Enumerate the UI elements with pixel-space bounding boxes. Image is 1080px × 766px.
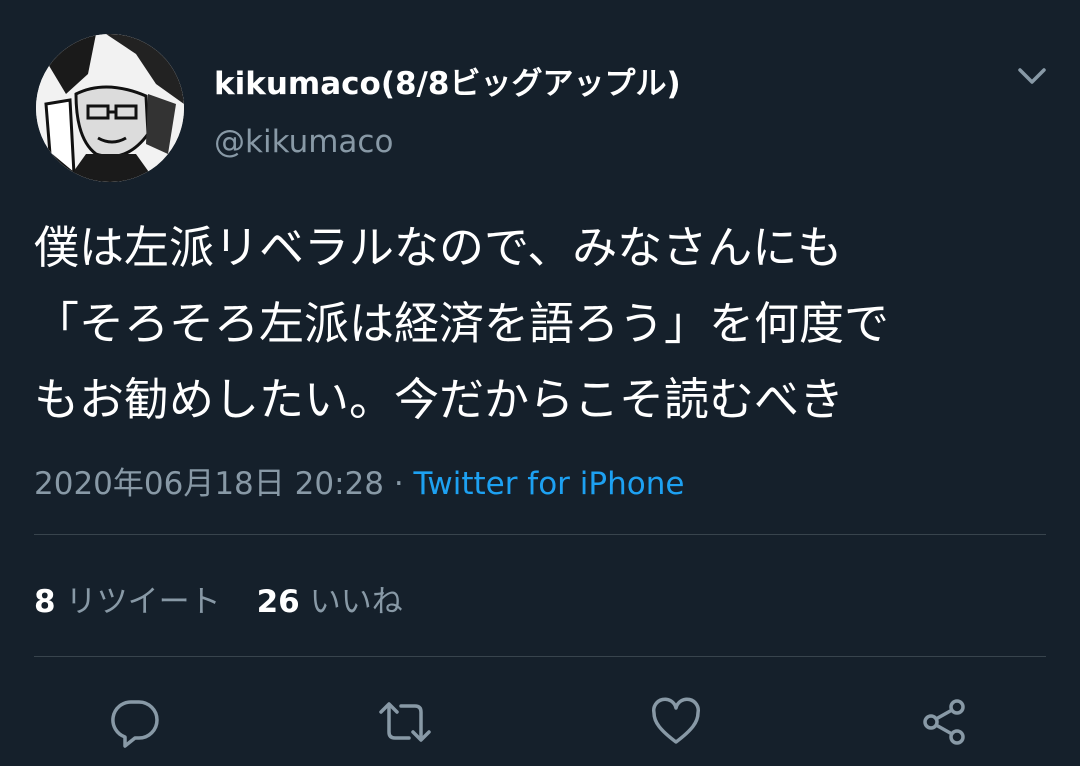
tweet-stats: 8 リツイート 26 いいね (34, 576, 403, 621)
tweet-detail: kikumaco(8/8ビッグアップル) @kikumaco 僕は左派リベラルな… (0, 0, 1080, 766)
retweets-count: 8 (34, 584, 56, 620)
retweets-stat[interactable]: 8 リツイート (34, 584, 221, 620)
chevron-down-icon[interactable] (1012, 60, 1052, 94)
tweet-meta: 2020年06月18日 20:28 · Twitter for iPhone (34, 458, 684, 503)
display-name[interactable]: kikumaco(8/8ビッグアップル) (214, 58, 681, 103)
tweet-text-line: 僕は左派リベラルなので、みなさんにも (34, 221, 843, 274)
like-button[interactable] (648, 694, 704, 750)
likes-count: 26 (256, 584, 300, 620)
retweet-icon (379, 702, 431, 742)
user-handle[interactable]: @kikumaco (214, 124, 393, 160)
tweet-source-link[interactable]: Twitter for iPhone (414, 466, 685, 502)
divider (34, 534, 1046, 535)
likes-stat[interactable]: 26 いいね (257, 584, 403, 620)
tweet-text-line: もお勧めしたい。今だからこそ読むべき (34, 373, 845, 426)
retweets-label: リツイート (65, 584, 221, 620)
meta-separator: · (383, 466, 414, 502)
share-icon (923, 699, 965, 745)
tweet-timestamp[interactable]: 2020年06月18日 20:28 (34, 466, 384, 502)
tweet-text: 僕は左派リベラルなので、みなさんにも 「そろそろ左派は経済を語ろう」を何度で も… (34, 210, 1054, 438)
reply-button[interactable] (107, 694, 163, 750)
user-avatar[interactable] (36, 34, 184, 182)
heart-icon (651, 697, 701, 744)
reply-icon (111, 700, 159, 748)
share-button[interactable] (917, 694, 973, 750)
divider (34, 656, 1046, 657)
avatar-image (36, 34, 184, 182)
likes-label: いいね (309, 584, 403, 620)
retweet-button[interactable] (377, 694, 433, 750)
tweet-text-line: 「そろそろ左派は経済を語ろう」を何度で (34, 297, 890, 350)
